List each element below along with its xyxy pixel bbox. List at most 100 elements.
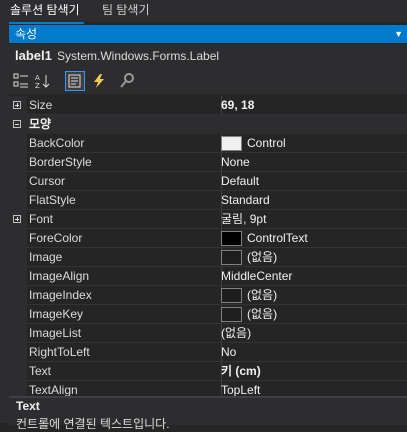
property-row[interactable]: ImageKey (없음) — [9, 305, 407, 324]
svg-text:Z: Z — [35, 82, 40, 89]
property-row[interactable]: ImageIndex (없음) — [9, 286, 407, 305]
property-name: RightToLeft — [27, 343, 222, 362]
property-value-text: 69, 18 — [221, 98, 255, 112]
property-name: TextAlign — [27, 381, 222, 396]
tab-solution-explorer[interactable]: 솔루션 탐색기 — [6, 0, 84, 24]
property-name: Cursor — [27, 172, 222, 191]
property-value-text: None — [221, 155, 250, 169]
property-value[interactable]: TopLeft — [221, 381, 407, 396]
property-value-text: Default — [221, 174, 260, 188]
property-value[interactable]: 굴림, 9pt — [221, 210, 407, 229]
row-gutter — [9, 343, 27, 362]
property-value[interactable]: (없음) — [221, 286, 407, 305]
color-swatch — [221, 250, 242, 265]
property-row[interactable]: Image (없음) — [9, 248, 407, 267]
row-gutter — [9, 172, 27, 191]
property-value[interactable]: 69, 18 — [221, 96, 407, 115]
row-gutter — [9, 210, 27, 229]
row-gutter — [9, 96, 27, 115]
row-gutter — [9, 153, 27, 172]
property-value-text: TopLeft — [221, 383, 261, 396]
property-value[interactable]: (없음) — [221, 324, 407, 343]
category-label: 모양 — [29, 117, 52, 131]
property-value-text: 굴림, 9pt — [221, 212, 267, 226]
property-value[interactable]: 키 (cm) — [221, 362, 407, 381]
description-title: Text — [16, 399, 40, 413]
color-swatch — [221, 136, 242, 151]
property-value-text: (없음) — [247, 288, 278, 302]
svg-text:A: A — [35, 74, 40, 82]
property-value[interactable]: No — [221, 343, 407, 362]
property-value[interactable]: Standard — [221, 191, 407, 210]
property-name: Image — [27, 248, 222, 267]
row-gutter — [9, 362, 27, 381]
property-name: BackColor — [27, 134, 222, 153]
object-type: System.Windows.Forms.Label — [57, 49, 220, 63]
property-row[interactable]: Font 굴림, 9pt — [9, 210, 407, 229]
property-value[interactable]: Control — [221, 134, 407, 153]
panel-title: 속성 — [15, 27, 38, 41]
property-name: FlatStyle — [27, 191, 222, 210]
property-row[interactable]: ImageList (없음) — [9, 324, 407, 343]
property-name: ForeColor — [27, 229, 222, 248]
collapse-icon[interactable] — [13, 120, 21, 128]
tab-team-explorer[interactable]: 팀 탐색기 — [96, 0, 156, 22]
property-row[interactable]: ImageAlign MiddleCenter — [9, 267, 407, 286]
property-value[interactable]: MiddleCenter — [221, 267, 407, 286]
property-row[interactable]: Size 69, 18 — [9, 96, 407, 115]
property-value[interactable]: None — [221, 153, 407, 172]
properties-icon[interactable] — [65, 71, 85, 91]
property-value[interactable]: (없음) — [221, 248, 407, 267]
object-name: label1 — [15, 48, 52, 63]
color-swatch — [221, 288, 242, 303]
property-name: ImageAlign — [27, 267, 222, 286]
categorized-icon[interactable] — [11, 71, 31, 91]
property-value-text: (없음) — [247, 307, 278, 321]
object-selector[interactable]: label1 System.Windows.Forms.Label — [9, 44, 407, 68]
description-pane: Text 컨트롤에 연결된 텍스트입니다. — [9, 396, 407, 431]
property-value[interactable]: (없음) — [221, 305, 407, 324]
property-value[interactable]: Default — [221, 172, 407, 191]
property-row[interactable]: BackColor Control — [9, 134, 407, 153]
expand-icon[interactable] — [13, 215, 21, 223]
property-value-text: (없음) — [221, 326, 252, 340]
row-gutter — [9, 381, 27, 396]
expand-icon[interactable] — [13, 101, 21, 109]
description-text: 컨트롤에 연결된 텍스트입니다. — [16, 417, 170, 431]
color-swatch — [221, 231, 242, 246]
property-name: Font — [27, 210, 222, 229]
property-row[interactable]: RightToLeft No — [9, 343, 407, 362]
property-name: ImageIndex — [27, 286, 222, 305]
property-pages-icon[interactable] — [117, 71, 137, 91]
row-gutter — [9, 191, 27, 210]
row-gutter — [9, 229, 27, 248]
property-name: ImageList — [27, 324, 222, 343]
row-gutter — [9, 134, 27, 153]
property-row[interactable]: Text 키 (cm) — [9, 362, 407, 381]
row-gutter — [9, 267, 27, 286]
property-grid: Size 69, 18 모양 BackColor Control BorderStyle N… — [9, 96, 407, 396]
color-swatch — [221, 307, 242, 322]
property-row[interactable]: TextAlign TopLeft — [9, 381, 407, 396]
category-row[interactable]: 모양 — [9, 115, 407, 134]
property-name: Size — [27, 96, 222, 115]
property-value-text: ControlText — [247, 231, 308, 245]
chevron-down-icon[interactable]: ▼ — [394, 25, 403, 43]
properties-title-bar: 속성 ▼ — [9, 25, 407, 43]
left-margin — [0, 22, 9, 423]
property-row[interactable]: FlatStyle Standard — [9, 191, 407, 210]
row-gutter — [9, 324, 27, 343]
property-name: ImageKey — [27, 305, 222, 324]
property-row[interactable]: Cursor Default — [9, 172, 407, 191]
property-value-text: (없음) — [247, 250, 278, 264]
properties-toolbar: AZ — [9, 68, 407, 94]
row-gutter — [9, 248, 27, 267]
alphabetical-icon[interactable]: AZ — [33, 71, 53, 91]
events-icon[interactable] — [89, 71, 109, 91]
property-row[interactable]: ForeColor ControlText — [9, 229, 407, 248]
property-value-text: 키 (cm) — [221, 364, 261, 378]
property-row[interactable]: BorderStyle None — [9, 153, 407, 172]
property-value-text: No — [221, 345, 237, 359]
property-value[interactable]: ControlText — [221, 229, 407, 248]
property-name: Text — [27, 362, 222, 381]
